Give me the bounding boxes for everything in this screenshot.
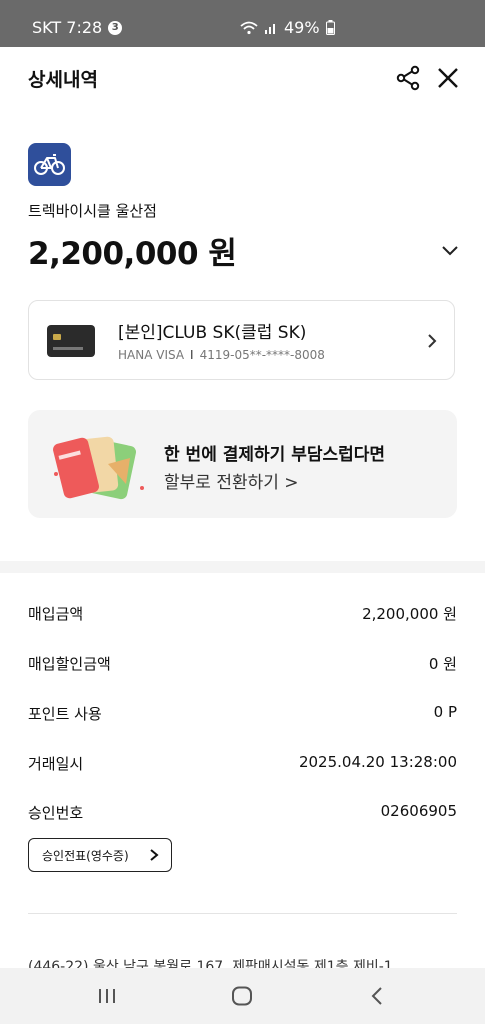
- detail-value: 0 P: [433, 703, 457, 721]
- card-brand: HANA VISA: [118, 348, 185, 362]
- chevron-right-icon: [428, 334, 437, 348]
- detail-value: 0 원: [428, 655, 457, 673]
- bicycle-icon: [34, 154, 65, 175]
- promo-link[interactable]: 할부로 전환하기 >: [164, 468, 299, 493]
- detail-value: 2025.04.20 13:28:00: [298, 753, 457, 771]
- card-detail: HANA VISA I 4119-05**-****-8008: [118, 348, 325, 362]
- status-bar: SKT 7:28 3 49%: [0, 0, 485, 47]
- section-divider: [0, 561, 485, 573]
- share-icon[interactable]: [394, 64, 422, 92]
- detail-label: 포인트 사용: [28, 705, 102, 723]
- detail-label: 거래일시: [28, 755, 84, 773]
- wifi-icon: [240, 21, 258, 34]
- detail-value: 2,200,000 원: [362, 605, 457, 623]
- card-info-box[interactable]: [본인]CLUB SK(클럽 SK) HANA VISA I 4119-05**-*…: [28, 300, 455, 380]
- receipt-button[interactable]: 승인전표(영수증): [28, 838, 172, 872]
- close-icon[interactable]: [434, 64, 462, 92]
- carrier-time: SKT 7:28: [32, 18, 103, 37]
- recent-apps-icon[interactable]: [97, 986, 117, 1006]
- detail-row: 매입할인금액 0 원: [28, 653, 457, 677]
- merchant-name: 트렉바이시클 울산점: [28, 202, 157, 220]
- status-right: 49%: [240, 18, 335, 37]
- notification-badge: 3: [108, 20, 123, 35]
- detail-row: 승인번호 02606905: [28, 802, 457, 826]
- detail-row: 거래일시 2025.04.20 13:28:00: [28, 753, 457, 777]
- cards-money-illustration-icon: [53, 436, 144, 500]
- card-name: [본인]CLUB SK(클럽 SK): [118, 323, 307, 343]
- signal-icon: [265, 23, 275, 34]
- detail-label: 승인번호: [28, 804, 84, 822]
- detail-row: 포인트 사용 0 P: [28, 703, 457, 727]
- chevron-down-icon[interactable]: [440, 240, 460, 260]
- detail-label: 매입금액: [28, 605, 84, 623]
- card-number: 4119-05**-****-8008: [199, 348, 325, 362]
- divider-line: [28, 913, 457, 914]
- merchant-logo: [28, 143, 71, 186]
- installment-promo-banner[interactable]: 한 번에 결제하기 부담스럽다면 할부로 전환하기 >: [28, 410, 457, 518]
- battery-icon: [325, 20, 335, 35]
- page-title: 상세내역: [28, 69, 98, 91]
- back-icon[interactable]: [369, 986, 385, 1006]
- card-image: [47, 325, 95, 357]
- battery-percent: 49%: [284, 18, 320, 37]
- detail-row: 매입금액 2,200,000 원: [28, 603, 457, 627]
- transaction-amount: 2,200,000 원: [28, 236, 237, 272]
- receipt-button-label: 승인전표(영수증): [42, 848, 129, 863]
- detail-label: 매입할인금액: [28, 655, 111, 673]
- system-nav-bar: [0, 968, 485, 1024]
- home-icon[interactable]: [231, 986, 253, 1006]
- chevron-right-icon: [150, 849, 159, 861]
- promo-title: 한 번에 결제하기 부담스럽다면: [164, 445, 386, 465]
- detail-value: 02606905: [380, 802, 457, 820]
- status-left: SKT 7:28 3: [32, 18, 123, 37]
